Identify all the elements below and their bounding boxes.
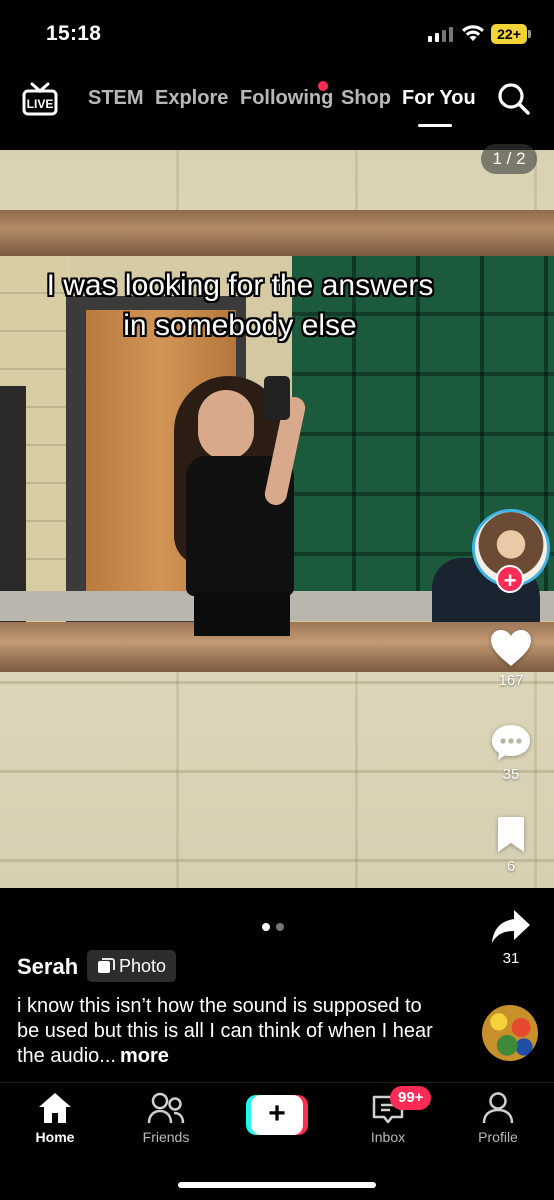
comment-count: 35 [502, 766, 520, 783]
following-notification-dot [318, 81, 328, 91]
comment-button[interactable]: 35 [482, 722, 540, 783]
tab-inbox-label: Inbox [370, 1129, 406, 1145]
home-indicator [178, 1182, 376, 1188]
carousel-dot [276, 923, 284, 931]
photo-badge-label: Photo [119, 956, 167, 976]
tab-friends[interactable]: Friends [121, 1091, 211, 1145]
save-button[interactable]: 6 [482, 816, 540, 875]
active-tab-indicator [418, 124, 452, 127]
tab-shop[interactable]: Shop [341, 87, 391, 110]
carousel-indicator [262, 918, 290, 936]
tab-friends-label: Friends [142, 1129, 190, 1145]
photo-mode-icon [98, 957, 115, 973]
battery-indicator: 22+ [491, 24, 531, 44]
tab-for-you[interactable]: For You [402, 87, 476, 110]
status-bar: 15:18 22+ [0, 0, 554, 62]
search-icon[interactable] [497, 82, 531, 116]
post-description[interactable]: i know this isn’t how the sound is suppo… [17, 994, 437, 1069]
live-label: LIVE [27, 97, 54, 111]
heart-icon [491, 630, 531, 666]
live-icon[interactable]: LIVE [22, 82, 58, 116]
inbox-badge: 99+ [390, 1086, 432, 1110]
tab-home-label: Home [35, 1129, 75, 1145]
tab-home[interactable]: Home [10, 1091, 100, 1145]
dark-panel [0, 386, 26, 622]
tab-profile-label: Profile [478, 1129, 518, 1145]
home-icon [39, 1093, 71, 1123]
tab-explore[interactable]: Explore [155, 87, 228, 110]
page-counter: 1 / 2 [481, 144, 537, 174]
cellular-signal-icon [428, 27, 453, 42]
comment-icon [492, 725, 530, 760]
create-button[interactable]: + [246, 1095, 308, 1135]
top-nav: LIVE STEM Explore Following Shop For You [0, 72, 554, 132]
share-count: 31 [502, 950, 520, 967]
plus-icon: + [251, 1095, 303, 1135]
status-time: 15:18 [46, 22, 102, 45]
music-disc[interactable] [482, 1005, 538, 1061]
tab-stem[interactable]: STEM [88, 87, 144, 110]
more-link[interactable]: more [120, 1045, 169, 1067]
author-name[interactable]: Serah [17, 954, 78, 980]
person-figure [166, 376, 326, 636]
like-count: 167 [498, 672, 524, 689]
tab-profile[interactable]: Profile [453, 1091, 543, 1145]
save-count: 6 [506, 858, 516, 875]
description-text: i know this isn’t how the sound is suppo… [17, 995, 433, 1067]
wifi-icon [462, 25, 484, 41]
tab-following[interactable]: Following [240, 87, 333, 110]
share-button[interactable]: 31 [482, 908, 540, 967]
face [198, 390, 254, 460]
shorts [194, 592, 290, 636]
overlay-text: I was looking for the answers in somebod… [46, 269, 434, 342]
share-icon [492, 910, 530, 943]
photo-badge: Photo [87, 950, 177, 982]
like-button[interactable]: 167 [482, 628, 540, 689]
phone [264, 376, 290, 420]
bookmark-icon [498, 817, 524, 852]
mirror-frame-top [0, 210, 554, 256]
carousel-dot-active [262, 923, 270, 931]
friends-icon [147, 1092, 185, 1124]
follow-button[interactable]: + [496, 565, 524, 593]
profile-icon [482, 1092, 514, 1124]
